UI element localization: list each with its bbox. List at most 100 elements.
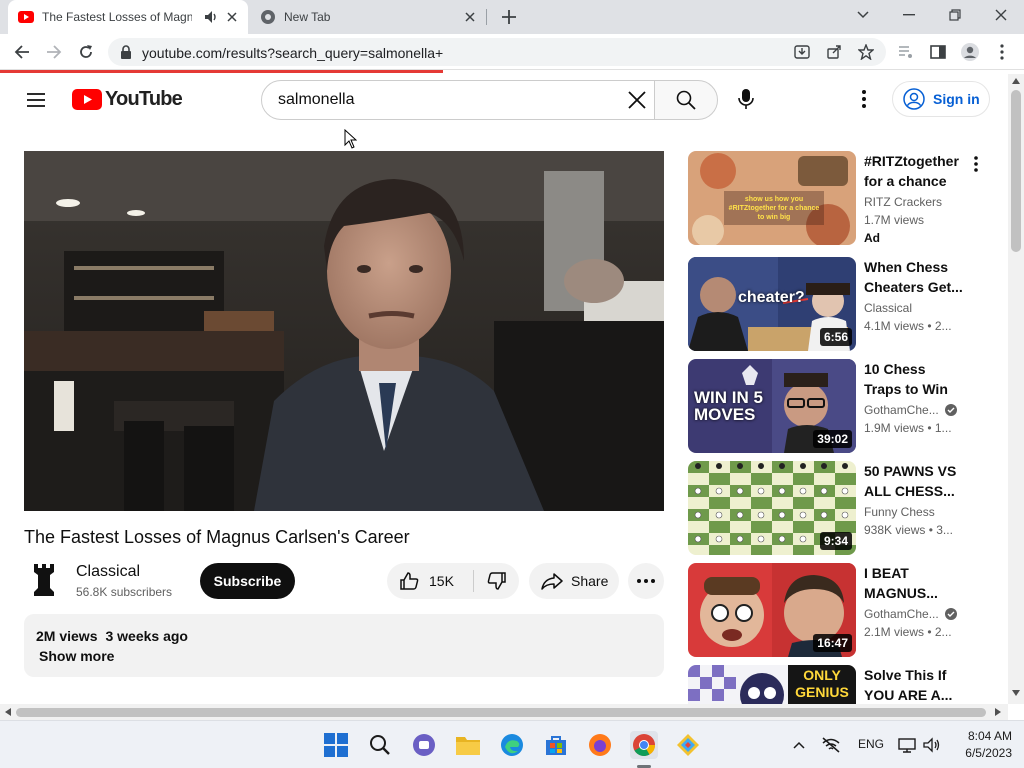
recommendation-item[interactable]: 16:47 I BEAT MAGNUS... GothamChe... 2.1M… [688,563,988,657]
clear-search-icon[interactable] [626,89,648,111]
recommendation-item[interactable]: ONLY GENIUS Solve This If YOU ARE A... [688,665,988,704]
display-icon[interactable] [895,731,919,759]
install-icon[interactable] [792,42,812,62]
video-duration: 16:47 [813,634,852,652]
taskbar-search-icon[interactable] [366,731,394,759]
recommendation-thumbnail[interactable]: cheater? 6:56 [688,257,856,351]
share-page-icon[interactable] [824,42,844,62]
recommendation-thumbnail[interactable]: WIN IN 5 MOVES 39:02 [688,359,856,453]
chrome-favicon-icon [261,10,275,24]
forward-button[interactable] [42,40,66,64]
tab-title: The Fastest Losses of Magnus Carlsen's C… [42,10,192,24]
sign-in-label: Sign in [933,91,980,107]
recommendation-views: 1.7M views [864,213,925,227]
scroll-up-arrow-icon[interactable] [1012,78,1020,84]
file-explorer-icon[interactable] [454,731,482,759]
search-input[interactable] [278,89,608,111]
recommendation-title[interactable]: I BEAT MAGNUS... [864,563,964,603]
tab-new-tab[interactable]: New Tab [250,0,486,34]
scroll-down-arrow-icon[interactable] [1012,690,1020,696]
clock-time[interactable]: 8:04 AM [952,729,1012,743]
restore-button[interactable] [942,4,968,26]
youtube-favicon-icon [18,11,34,23]
show-hidden-icons-chevron-icon[interactable] [786,731,812,759]
vertical-scroll-thumb[interactable] [1011,90,1021,252]
more-actions-icon[interactable] [628,563,664,599]
ad-options-more-icon[interactable] [966,154,986,174]
show-more-link[interactable]: Show more [39,648,114,664]
recommendation-thumbnail[interactable]: show us how you #RITZtogether for a chan… [688,151,856,245]
scroll-right-arrow-icon[interactable] [995,708,1001,716]
teams-chat-icon[interactable] [410,731,438,759]
like-button[interactable]: 15K [387,563,473,599]
thumbs-down-icon [487,572,506,590]
video-duration: 6:56 [819,328,852,346]
tab-search-icon[interactable] [850,4,876,26]
tab-active[interactable]: The Fastest Losses of Magnus Carlsen's C… [8,0,248,34]
address-bar[interactable]: youtube.com/results?search_query=salmone… [108,38,886,66]
video-player[interactable] [24,151,664,511]
recommendation-views: 4.1M views • 2... [864,319,952,333]
app-launcher-icon[interactable] [674,731,702,759]
lock-icon[interactable] [120,45,132,59]
recommendation-thumbnail[interactable]: 16:47 [688,563,856,657]
back-button[interactable] [10,40,34,64]
scroll-left-arrow-icon[interactable] [5,708,11,716]
recommendation-thumbnail[interactable]: ONLY GENIUS [688,665,856,704]
tab-close-icon[interactable] [224,9,240,25]
minimize-button[interactable] [896,4,922,26]
recommendation-thumbnail[interactable]: 9:34 [688,461,856,555]
mouse-cursor-icon [344,129,357,149]
recommendation-title[interactable]: #RITZtogether for a chance t... [864,151,964,191]
clock-date[interactable]: 6/5/2023 [952,746,1012,760]
language-indicator[interactable]: ENG [858,737,884,751]
recommendation-item[interactable]: WIN IN 5 MOVES 39:02 10 Chess Traps to W… [688,359,988,453]
menu-hamburger-icon[interactable] [24,88,48,112]
description-box[interactable]: 2M views 3 weeks ago Show more [24,614,664,677]
reload-button[interactable] [74,40,98,64]
media-controls-icon[interactable] [894,40,918,64]
speaker-icon[interactable] [204,10,218,24]
channel-avatar-rook-icon[interactable] [28,562,60,598]
recommendation-title[interactable]: 10 Chess Traps to Win FAST!! [864,359,964,399]
chrome-taskbar-icon[interactable] [630,731,658,759]
recommendation-item[interactable]: 9:34 50 PAWNS VS ALL CHESS... Funny Ches… [688,461,988,555]
microsoft-store-icon[interactable] [542,731,570,759]
youtube-play-logo-icon [72,89,102,110]
new-tab-button[interactable] [498,6,520,28]
recommendation-channel: Funny Chess [864,505,935,519]
firefox-icon[interactable] [586,731,614,759]
recommendation-title[interactable]: When Chess Cheaters Get... [864,257,964,297]
search-button[interactable] [654,80,718,120]
horizontal-scroll-thumb[interactable] [16,708,986,717]
browser-menu-icon[interactable] [990,40,1014,64]
bookmark-star-icon[interactable] [856,42,876,62]
settings-more-icon[interactable] [852,86,876,112]
verified-check-icon [944,404,957,416]
recommendation-title[interactable]: 50 PAWNS VS ALL CHESS... [864,461,964,501]
like-count: 15K [429,573,454,589]
url-text[interactable]: youtube.com/results?search_query=salmone… [142,45,443,61]
sign-in-button[interactable]: Sign in [892,81,990,117]
search-box[interactable] [261,80,655,120]
side-panel-icon[interactable] [926,40,950,64]
share-button[interactable]: Share [529,563,619,599]
subscribe-button[interactable]: Subscribe [200,563,295,599]
channel-label: GothamChe... [864,607,939,621]
voice-search-mic-icon[interactable] [733,86,759,112]
account-circle-icon [903,88,925,110]
network-offline-icon[interactable] [818,731,844,759]
recommendation-title[interactable]: Solve This If YOU ARE A... [864,665,964,704]
dislike-button[interactable] [477,563,517,599]
recommendation-channel: GothamChe... [864,607,957,621]
edge-browser-icon[interactable] [498,731,526,759]
channel-name[interactable]: Classical [76,563,140,581]
recommendation-item[interactable]: cheater? 6:56 When Chess Cheaters Get...… [688,257,988,351]
tab-close-icon[interactable] [462,9,478,25]
volume-icon[interactable] [920,731,944,759]
close-window-button[interactable] [988,4,1014,26]
recommendation-item[interactable]: show us how you #RITZtogether for a chan… [688,151,988,245]
profile-icon[interactable] [958,40,982,64]
windows-start-icon[interactable] [322,731,350,759]
youtube-logo[interactable]: YouTube [72,88,183,111]
